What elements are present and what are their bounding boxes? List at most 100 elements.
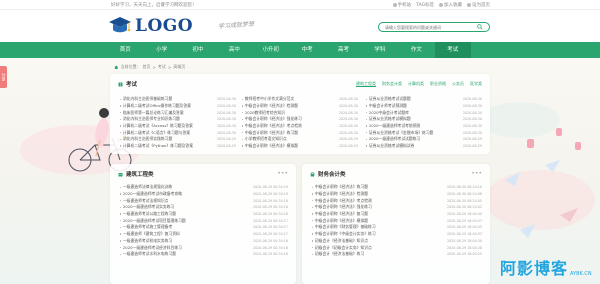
list-item-title[interactable]: 计算机二级考试《Access》练习题及答案	[120, 123, 193, 129]
nav-item[interactable]: 作文	[398, 42, 434, 58]
list-item-title[interactable]: 2020一级建造师考试经济科目练习	[120, 245, 182, 251]
list-item[interactable]: 一级建造师《建筑工程》复习资料 2020-08-29 00:34:17	[120, 231, 288, 238]
list-item[interactable]: 计算机二级考试《Python》练习题及答案 2020-08-29	[120, 143, 236, 150]
list-item-title[interactable]: 中级会计职称《财务管理》基础练习	[312, 224, 376, 230]
nav-item[interactable]: 中考	[289, 42, 325, 58]
list-item-title[interactable]: 中级会计职称《经济法》模拟题	[242, 143, 298, 149]
list-item[interactable]: 教师招考中小学作文满分范文 2020-08-30	[242, 96, 358, 103]
list-item-title[interactable]: 中级会计职称《经济法》检测题	[312, 191, 368, 197]
exam-category-tab[interactable]: 医学类	[470, 81, 482, 87]
exam-category-tab[interactable]: 建筑工程类	[356, 81, 376, 87]
list-item-title[interactable]: 2020一级建造师考试试题练习	[366, 136, 420, 142]
list-item[interactable]: 中级会计职称《经济法》考点检测 2020-08-30	[242, 123, 358, 130]
list-item-title[interactable]: 计算机二级考试Office操作练习题及答案	[120, 103, 191, 109]
list-item-title[interactable]: 教师招考中小学作文满分范文	[242, 96, 294, 102]
list-item[interactable]: 中级会计职称《经济法》模拟题 2020-08-29	[242, 143, 358, 150]
nav-item[interactable]: 学科	[362, 42, 398, 58]
list-item-title[interactable]: 初级会计《初级会计实务》知识点	[312, 245, 372, 251]
list-item[interactable]: 一级建造师考试施工管理备考 2020-08-29 00:34:17	[120, 224, 288, 231]
list-item-title[interactable]: 中级会计职称《经济法》复习题	[312, 211, 368, 217]
list-item-title[interactable]: 中级会计职称《经济法》练习题	[312, 184, 368, 190]
nav-item[interactable]: 考试	[434, 42, 471, 58]
list-item-title[interactable]: 临床医师第一篇总论练习汇编及答案	[120, 110, 184, 116]
list-item-title[interactable]: 一级建造师考试水利水电练习题	[120, 251, 176, 257]
mobile-site-link[interactable]: 手机站	[392, 2, 411, 8]
list-item[interactable]: 临床医师第一篇总论练习汇编及答案 2020-08-30	[120, 109, 236, 116]
list-item-title[interactable]: 一级建造师考试公路工程练习题	[120, 211, 176, 217]
list-item[interactable]: 中级会计职称《财务管理》基础练习 2020-08-29 18:04:35	[312, 224, 482, 231]
list-item-title[interactable]: 中级会计职称《经济法》练习题	[242, 130, 298, 136]
set-homepage-link[interactable]: 设为首页	[467, 2, 490, 8]
list-item[interactable]: 2020一级建造师考试实务练习 2020-08-29 00:34:18	[120, 204, 288, 211]
list-item-title[interactable]: 中级会计职称《经济法》模拟题	[312, 218, 368, 224]
list-item[interactable]: 2020中级会计考试题库 2020-08-30	[366, 109, 482, 116]
site-logo[interactable]: LOGO	[108, 14, 193, 38]
search-button[interactable]	[473, 22, 487, 32]
list-item-title[interactable]: 计算机二级考试《Python》练习题及答案	[120, 143, 193, 149]
list-item[interactable]: 2020一级建造师考试试题练习 2020-08-29	[366, 136, 482, 143]
list-item[interactable]: 初级会计《经济法基础》练习 2020-08-29 18:04:25	[312, 251, 482, 258]
list-item[interactable]: 2020一级建造师考试市政备考攻略 2020-08-29 00:34:19	[120, 191, 288, 198]
list-item-title[interactable]: 一级建造师《建筑工程》复习资料	[120, 231, 180, 237]
list-item-title[interactable]: 小学教师招考语文知识点	[242, 136, 287, 142]
list-item-title[interactable]: 初级会计《经济法基础》知识点	[312, 238, 368, 244]
list-item-title[interactable]: 一级建造师考试机电实务练习	[120, 238, 172, 244]
list-item-title[interactable]: 2020一级建造师考试项目管理练习题	[120, 218, 186, 224]
list-item-title[interactable]: 一级建造师考试法规知识点	[120, 198, 168, 204]
list-item-title[interactable]: 一级建造师法律法规强化训练	[120, 184, 172, 190]
list-item[interactable]: 计算机二级考试Office操作练习题及答案 2020-08-30	[120, 103, 236, 110]
list-item[interactable]: 证券从业资格考试模拟题 2020-08-30	[366, 116, 482, 123]
list-item[interactable]: 2020一级建造师考试项目管理练习题 2020-08-29 00:34:17	[120, 217, 288, 224]
exam-category-tab[interactable]: 公务员	[452, 81, 464, 87]
tag-link[interactable]: TAG标签	[416, 2, 434, 8]
building-more-button[interactable]: •••	[277, 170, 288, 177]
list-item[interactable]: 中级会计职称《经济法》强化练习 2020-08-30 08:24:02	[312, 204, 482, 211]
list-item[interactable]: 中级会计职称《经济法》强化练习 2020-08-30	[242, 116, 358, 123]
list-item[interactable]: 中级会计职称《中级会计实务》练习 2020-08-29 18:04:33	[312, 231, 482, 238]
breadcrumb-exam[interactable]: 考试	[158, 64, 166, 70]
list-item-title[interactable]: 中级会计职称《经济法》考点检测	[312, 198, 372, 204]
finance-more-button[interactable]: •••	[471, 170, 482, 177]
list-item[interactable]: 一级建造师考试公路工程练习题 2020-08-29 00:34:18	[120, 211, 288, 218]
list-item[interactable]: 中级会计师考试预测题 2020-08-30	[366, 103, 482, 110]
list-item[interactable]: 中级会计职称《经济法》考点检测 2020-08-30 08:24:05	[312, 197, 482, 204]
list-item[interactable]: 一级建造师考试水利水电练习题 2020-08-29 00:34:16	[120, 251, 288, 258]
list-item[interactable]: 计算机二级考试《Access》练习题及答案 2020-08-30	[120, 123, 236, 130]
breadcrumb-home[interactable]: 首页	[143, 64, 151, 70]
exam-category-tab[interactable]: 职业资格	[430, 81, 446, 87]
nav-item[interactable]: 高考	[325, 42, 361, 58]
list-item-title[interactable]: 中级会计职称《经济法》检测题	[242, 103, 298, 109]
nav-item[interactable]: 小学	[143, 42, 179, 58]
list-item-title[interactable]: 一级建造师考试施工管理备考	[120, 224, 172, 230]
list-item-title[interactable]: 消化内科主治医师专业知识练习题	[120, 116, 180, 122]
list-item[interactable]: 中级会计职称《经济法》检测题 2020-08-30 08:24:08	[312, 191, 482, 198]
list-item-title[interactable]: 消化内科主治医师实践练习题	[120, 136, 172, 142]
list-item[interactable]: 中级会计职称《经济法》练习题 2020-08-30 08:24:10	[312, 184, 482, 191]
list-item-title[interactable]: 消化内科主治医师基础练习题	[120, 96, 172, 102]
search-input[interactable]	[379, 24, 473, 30]
list-item[interactable]: 证券从业资格考试试题题 2020-08-30	[366, 96, 482, 103]
list-item-title[interactable]: 证券从业资格考试试题题	[366, 96, 411, 102]
list-item-title[interactable]: 证券从业资格考试《金融市场》练习题	[366, 130, 433, 136]
list-item[interactable]: 消化内科主治医师基础练习题 2020-08-30	[120, 96, 236, 103]
list-item[interactable]: 一级建造师法律法规强化训练 2020-08-29 00:34:19	[120, 184, 288, 191]
list-item[interactable]: 中级会计职称《经济法》练习题 2020-08-30	[242, 129, 358, 136]
nav-item[interactable]: 高中	[216, 42, 252, 58]
list-item-title[interactable]: 中级会计师考试预测题	[366, 103, 407, 109]
list-item-title[interactable]: 2020中级会计考试题库	[366, 110, 409, 116]
list-item-title[interactable]: 中级会计职称《经济法》强化练习	[242, 116, 302, 122]
list-item[interactable]: 消化内科主治医师实践练习题 2020-08-29	[120, 136, 236, 143]
list-item-title[interactable]: 证券从业资格考试模拟题	[366, 116, 411, 122]
share-side-tag[interactable]: 分享	[0, 66, 7, 88]
list-item[interactable]: 初级会计《经济法基础》知识点 2020-08-29 18:04:30	[312, 238, 482, 245]
list-item-title[interactable]: 2020一级建造师考试实务练习	[120, 204, 174, 210]
list-item[interactable]: 计算机二级考试《C语言》练习题与答案 2020-08-30	[120, 129, 236, 136]
bookmark-link[interactable]: 加入收藏	[439, 2, 462, 8]
list-item[interactable]: 证券从业资格考试《金融市场》练习题 2020-08-30	[366, 129, 482, 136]
list-item[interactable]: 初级会计《初级会计实务》知识点 2020-08-29 18:04:28	[312, 244, 482, 251]
nav-item[interactable]: 小升初	[253, 42, 289, 58]
list-item[interactable]: 一级建造师考试机电实务练习 2020-08-29 00:34:16	[120, 238, 288, 245]
list-item-title[interactable]: 证券从业资格考试模拟试卷	[366, 143, 414, 149]
list-item[interactable]: 2020一级建造师考试考前预测 2020-08-30	[366, 123, 482, 130]
list-item[interactable]: 消化内科主治医师专业知识练习题 2020-08-30	[120, 116, 236, 123]
